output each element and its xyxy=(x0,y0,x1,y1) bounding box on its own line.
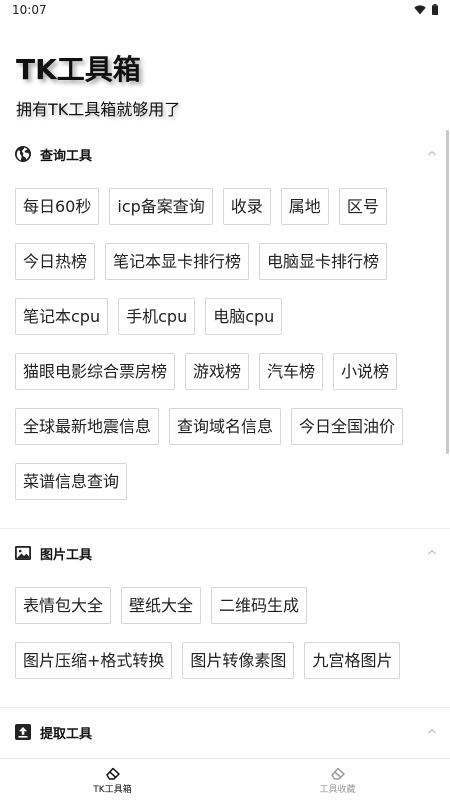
nav-item-tool-favorites[interactable]: 工具收藏 xyxy=(225,759,450,800)
app-subtitle: 拥有TK工具箱就够用了 xyxy=(16,100,181,119)
tool-chip[interactable]: 电脑cpu xyxy=(205,298,283,335)
tool-list[interactable]: 查询工具 每日60秒 icp备案查询 收录 属地 区号 今日热榜 笔记本显卡排行… xyxy=(0,130,450,756)
chevron-up-icon[interactable] xyxy=(426,147,438,159)
status-time: 10:07 xyxy=(12,3,47,17)
image-icon xyxy=(14,544,32,562)
tool-chip[interactable]: 今日热榜 xyxy=(15,243,96,280)
scrollbar[interactable] xyxy=(446,130,449,454)
tool-chip[interactable]: 九宫格图片 xyxy=(304,642,401,679)
tool-chip[interactable]: 查询域名信息 xyxy=(169,408,282,445)
tool-chip[interactable]: 汽车榜 xyxy=(259,353,324,390)
tool-chip[interactable]: 笔记本显卡排行榜 xyxy=(105,243,250,280)
tool-chip[interactable]: 电脑显卡排行榜 xyxy=(259,243,388,280)
section-title: 图片工具 xyxy=(40,547,93,563)
tool-chip[interactable]: 收录 xyxy=(222,188,271,225)
tool-chips-query: 每日60秒 icp备案查询 收录 属地 区号 今日热榜 笔记本显卡排行榜 电脑显… xyxy=(0,178,450,528)
section-query-tools: 查询工具 每日60秒 icp备案查询 收录 属地 区号 今日热榜 笔记本显卡排行… xyxy=(0,130,450,529)
tool-chip[interactable]: 小说榜 xyxy=(333,353,398,390)
tool-chip[interactable]: 手机cpu xyxy=(118,298,196,335)
nav-label: 工具收藏 xyxy=(319,785,356,795)
tool-chip[interactable]: 表情包大全 xyxy=(15,587,112,624)
section-extract-tools: 提取工具 xyxy=(0,708,450,756)
section-header-extract-tools[interactable]: 提取工具 xyxy=(0,708,450,756)
tool-chip[interactable]: icp备案查询 xyxy=(109,188,213,225)
chevron-up-icon[interactable] xyxy=(426,546,438,558)
app-header: TK工具箱 拥有TK工具箱就够用了 xyxy=(16,48,180,120)
tool-chip[interactable]: 今日全国油价 xyxy=(291,408,404,445)
app-title: TK工具箱 xyxy=(16,53,141,86)
battery-icon xyxy=(432,4,438,15)
section-header-query-tools[interactable]: 查询工具 xyxy=(0,130,450,178)
tool-chip[interactable]: 壁纸大全 xyxy=(121,587,202,624)
tool-chips-image: 表情包大全 壁纸大全 二维码生成 图片压缩+格式转换 图片转像素图 九宫格图片 xyxy=(0,577,450,707)
status-bar: 10:07 xyxy=(0,0,450,22)
bottom-nav: TK工具箱 工具收藏 xyxy=(0,758,450,800)
tool-chip[interactable]: 区号 xyxy=(338,188,387,225)
globe-icon xyxy=(14,145,32,163)
eraser-icon xyxy=(330,767,345,780)
tool-chip[interactable]: 菜谱信息查询 xyxy=(15,463,128,500)
chevron-up-icon[interactable] xyxy=(426,725,438,737)
section-header-image-tools[interactable]: 图片工具 xyxy=(0,529,450,577)
tool-chip[interactable]: 每日60秒 xyxy=(15,188,100,225)
nav-item-tk-toolbox[interactable]: TK工具箱 xyxy=(0,759,225,800)
tool-chip[interactable]: 图片压缩+格式转换 xyxy=(15,642,173,679)
status-icons xyxy=(414,4,438,15)
tool-chip[interactable]: 图片转像素图 xyxy=(182,642,295,679)
tool-chip[interactable]: 二维码生成 xyxy=(211,587,308,624)
nav-label: TK工具箱 xyxy=(93,785,132,795)
tool-chip[interactable]: 全球最新地震信息 xyxy=(15,408,160,445)
upload-icon xyxy=(14,723,32,741)
wifi-icon xyxy=(414,4,426,14)
section-image-tools: 图片工具 表情包大全 壁纸大全 二维码生成 图片压缩+格式转换 图片转像素图 九… xyxy=(0,529,450,708)
tool-chip[interactable]: 笔记本cpu xyxy=(15,298,109,335)
tool-chip[interactable]: 猫眼电影综合票房榜 xyxy=(15,353,176,390)
section-title: 查询工具 xyxy=(40,148,93,164)
tool-chip[interactable]: 属地 xyxy=(280,188,329,225)
section-title: 提取工具 xyxy=(40,726,93,742)
eraser-icon xyxy=(105,767,120,780)
tool-chip[interactable]: 游戏榜 xyxy=(185,353,250,390)
